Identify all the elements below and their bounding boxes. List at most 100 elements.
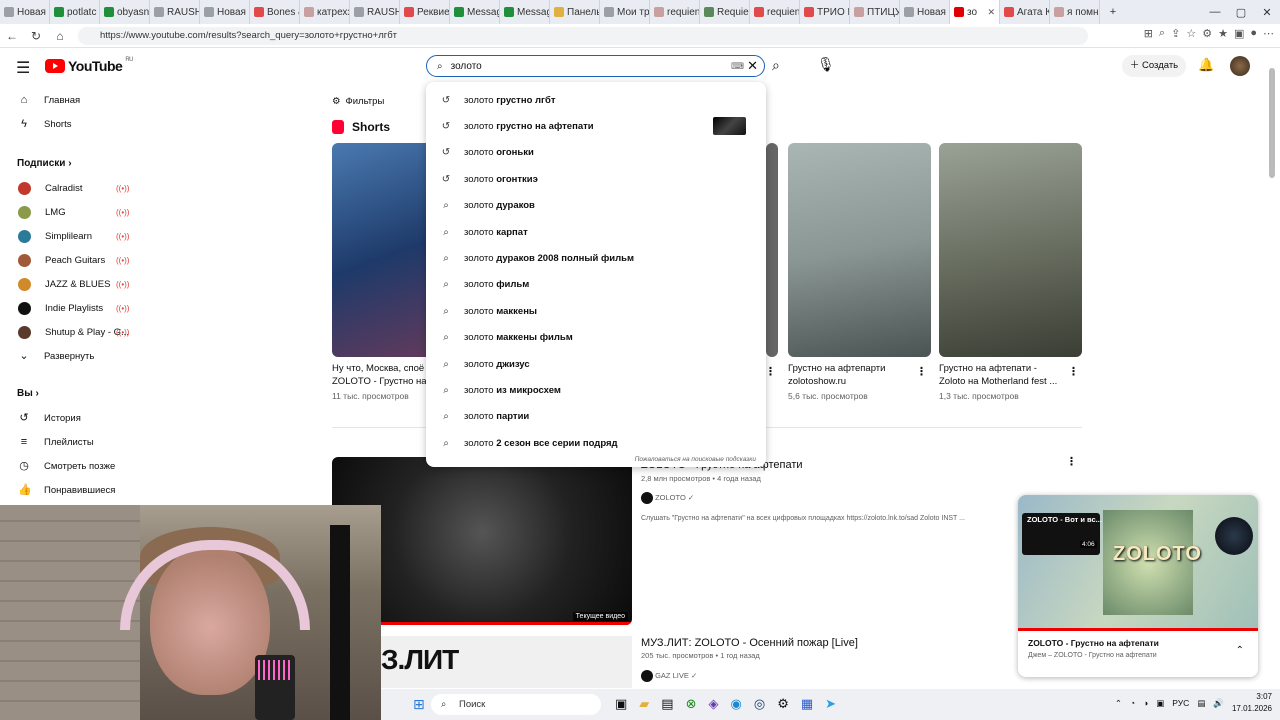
clear-search-icon[interactable]: ✕: [747, 58, 758, 74]
browser-tab[interactable]: Новая: [900, 0, 950, 24]
filters-button[interactable]: ⚙ Фильтры: [332, 96, 384, 107]
search-suggestion[interactable]: ↺ золото огонткиэ: [426, 166, 766, 192]
browser-tab[interactable]: RAUSH: [350, 0, 400, 24]
telegram-icon[interactable]: ➤: [825, 696, 836, 712]
search-suggestion[interactable]: ↺ золото огоньки: [426, 140, 766, 166]
search-suggestion[interactable]: ⌕ золото карпат: [426, 219, 766, 245]
search-suggestion[interactable]: ⌕ золото фильм: [426, 272, 766, 298]
browser-tab[interactable]: requien: [650, 0, 700, 24]
sidebar-item-subscription[interactable]: JAZZ & BLUES ((•)): [0, 272, 140, 296]
chevron-up-icon[interactable]: ⌃: [1115, 698, 1122, 709]
browser-tab[interactable]: requien: [750, 0, 800, 24]
short-thumbnail[interactable]: [788, 143, 931, 357]
browser-tab[interactable]: Новая: [0, 0, 50, 24]
browser-tab[interactable]: я помн: [1050, 0, 1100, 24]
channel-avatar[interactable]: [1215, 517, 1253, 555]
search-suggestion[interactable]: ⌕ золото партии: [426, 404, 766, 430]
collections-icon[interactable]: ▣: [1234, 27, 1244, 40]
tray-app-icon[interactable]: ◔: [1130, 698, 1135, 708]
browser-tab[interactable]: Панель: [550, 0, 600, 24]
translate-icon[interactable]: ⊞: [1144, 27, 1153, 40]
sidebar-item-subscription[interactable]: Shutup & Play - G... ((•)): [0, 320, 140, 344]
windows-start-icon[interactable]: ⊞: [413, 696, 425, 713]
search-suggestion[interactable]: ⌕ золото маккены фильм: [426, 325, 766, 351]
short-title[interactable]: Грустно на афтепати - Zoloto на Motherlan…: [939, 362, 1064, 388]
avatar[interactable]: [1230, 56, 1250, 76]
sidebar-item-subscription[interactable]: Calradist ((•)): [0, 176, 140, 200]
maximize-icon[interactable]: ▢: [1228, 6, 1254, 19]
close-tab-icon[interactable]: ✕: [987, 7, 995, 18]
browser-tab[interactable]: Реквие: [400, 0, 450, 24]
address-bar[interactable]: https://www.youtube.com/results?search_q…: [78, 27, 1088, 45]
more-options-icon[interactable]: ⋮: [916, 365, 927, 378]
sidebar-item-subscription[interactable]: Indie Playlists ((•)): [0, 296, 140, 320]
volume-icon[interactable]: 🔊: [1213, 698, 1224, 709]
sidebar-item-history[interactable]: ↺ История: [0, 406, 140, 430]
video-title[interactable]: МУЗ.ЛИТ: ZOLOTO - Осенний пожар [Live]: [641, 637, 858, 649]
profile-icon[interactable]: ●: [1250, 27, 1257, 40]
browser-tab[interactable]: катрехз: [300, 0, 350, 24]
favorites-icon[interactable]: ★: [1218, 27, 1228, 40]
xbox-icon[interactable]: ⊗: [686, 696, 697, 712]
more-options-icon[interactable]: ⋮: [765, 365, 776, 378]
steam-icon[interactable]: ◎: [754, 696, 765, 712]
browser-tab[interactable]: Агата К: [1000, 0, 1050, 24]
notifications-icon[interactable]: 🔔: [1198, 57, 1214, 73]
search-input[interactable]: ⌕ золото ⌨ ✕: [426, 55, 765, 77]
short-thumbnail[interactable]: [939, 143, 1082, 357]
browser-tab[interactable]: potlatc: [50, 0, 100, 24]
back-icon[interactable]: ←: [0, 29, 24, 43]
channel-link[interactable]: ZOLOTO ✓: [641, 492, 694, 504]
short-title[interactable]: Грустно на афтепарти zolotoshow.ru: [788, 362, 913, 388]
app-icon[interactable]: ⚙: [777, 696, 789, 712]
expand-button[interactable]: ⌄ Развернуть: [0, 344, 140, 368]
sidebar-item-liked[interactable]: 👍 Понравившиеся: [0, 478, 140, 502]
more-options-icon[interactable]: ⋮: [1068, 365, 1079, 378]
zoom-icon[interactable]: ⌕: [1159, 27, 1165, 40]
sidebar-item-watch-later[interactable]: ◷ Смотреть позже: [0, 454, 140, 478]
create-button[interactable]: ＋ Создать: [1122, 55, 1186, 77]
close-window-icon[interactable]: ✕: [1254, 6, 1280, 19]
browser-tab[interactable]: ПТИЦУ: [850, 0, 900, 24]
search-suggestion[interactable]: ↺ золото грустно на афтепати: [426, 113, 766, 139]
miniplayer-video[interactable]: ZOLOTO ZOLOTO - Вот и вс... 4:06: [1018, 495, 1258, 630]
new-tab-icon[interactable]: +: [1100, 6, 1126, 18]
search-suggestion[interactable]: ↺ золото грустно лгбт: [426, 87, 766, 113]
browser-tab[interactable]: obyasni: [100, 0, 150, 24]
search-button[interactable]: ⌕: [772, 57, 780, 74]
browser-tab[interactable]: зо ✕: [950, 0, 1000, 24]
browser-tab[interactable]: Messag: [500, 0, 550, 24]
search-suggestion[interactable]: ⌕ золото 2 сезон все серии подряд: [426, 430, 766, 456]
more-options-icon[interactable]: ⋮: [1066, 455, 1077, 468]
youtube-logo[interactable]: YouTube RU: [45, 57, 133, 74]
app-icon[interactable]: ▤: [661, 696, 673, 712]
search-suggestion[interactable]: ⌕ золото маккены: [426, 298, 766, 324]
you-heading[interactable]: Вы ›: [0, 382, 140, 406]
browser-tab[interactable]: RAUSH: [150, 0, 200, 24]
minimize-icon[interactable]: —: [1202, 6, 1228, 18]
browser-tab[interactable]: Requie: [700, 0, 750, 24]
search-suggestion[interactable]: ⌕ золото дураков: [426, 193, 766, 219]
app-icon[interactable]: ▦: [801, 696, 813, 712]
extensions-icon[interactable]: ⚙: [1202, 27, 1212, 40]
report-suggestions-link[interactable]: Пожаловаться на поисковые подсказки: [635, 456, 756, 463]
search-suggestion[interactable]: ⌕ золото из микросхем: [426, 377, 766, 403]
browser-tab[interactable]: Messag: [450, 0, 500, 24]
browser-tab[interactable]: Bones &: [250, 0, 300, 24]
bookmark-star-icon[interactable]: ☆: [1186, 27, 1196, 40]
browser-tab[interactable]: ТРИО Н: [800, 0, 850, 24]
tray-app-icon[interactable]: ▣: [1156, 698, 1164, 709]
sidebar-item-playlists[interactable]: ≡ Плейлисты: [0, 430, 140, 454]
search-suggestion[interactable]: ⌕ золото джизус: [426, 351, 766, 377]
scrollbar-thumb[interactable]: [1269, 68, 1275, 178]
sidebar-item-home[interactable]: ⌂ Главная: [0, 88, 140, 112]
voice-search-icon[interactable]: 🎙: [817, 56, 835, 73]
short-thumbnail[interactable]: [766, 143, 778, 357]
file-explorer-icon[interactable]: ▰: [639, 696, 649, 712]
clock[interactable]: 3:07 17.01.2026: [1232, 691, 1272, 715]
menu-icon[interactable]: ⋯: [1263, 27, 1274, 40]
chevron-up-icon[interactable]: ⌃: [1236, 645, 1244, 656]
subscriptions-heading[interactable]: Подписки ›: [0, 152, 140, 176]
sidebar-item-subscription[interactable]: Peach Guitars ((•)): [0, 248, 140, 272]
sidebar-item-subscription[interactable]: Simplilearn ((•)): [0, 224, 140, 248]
